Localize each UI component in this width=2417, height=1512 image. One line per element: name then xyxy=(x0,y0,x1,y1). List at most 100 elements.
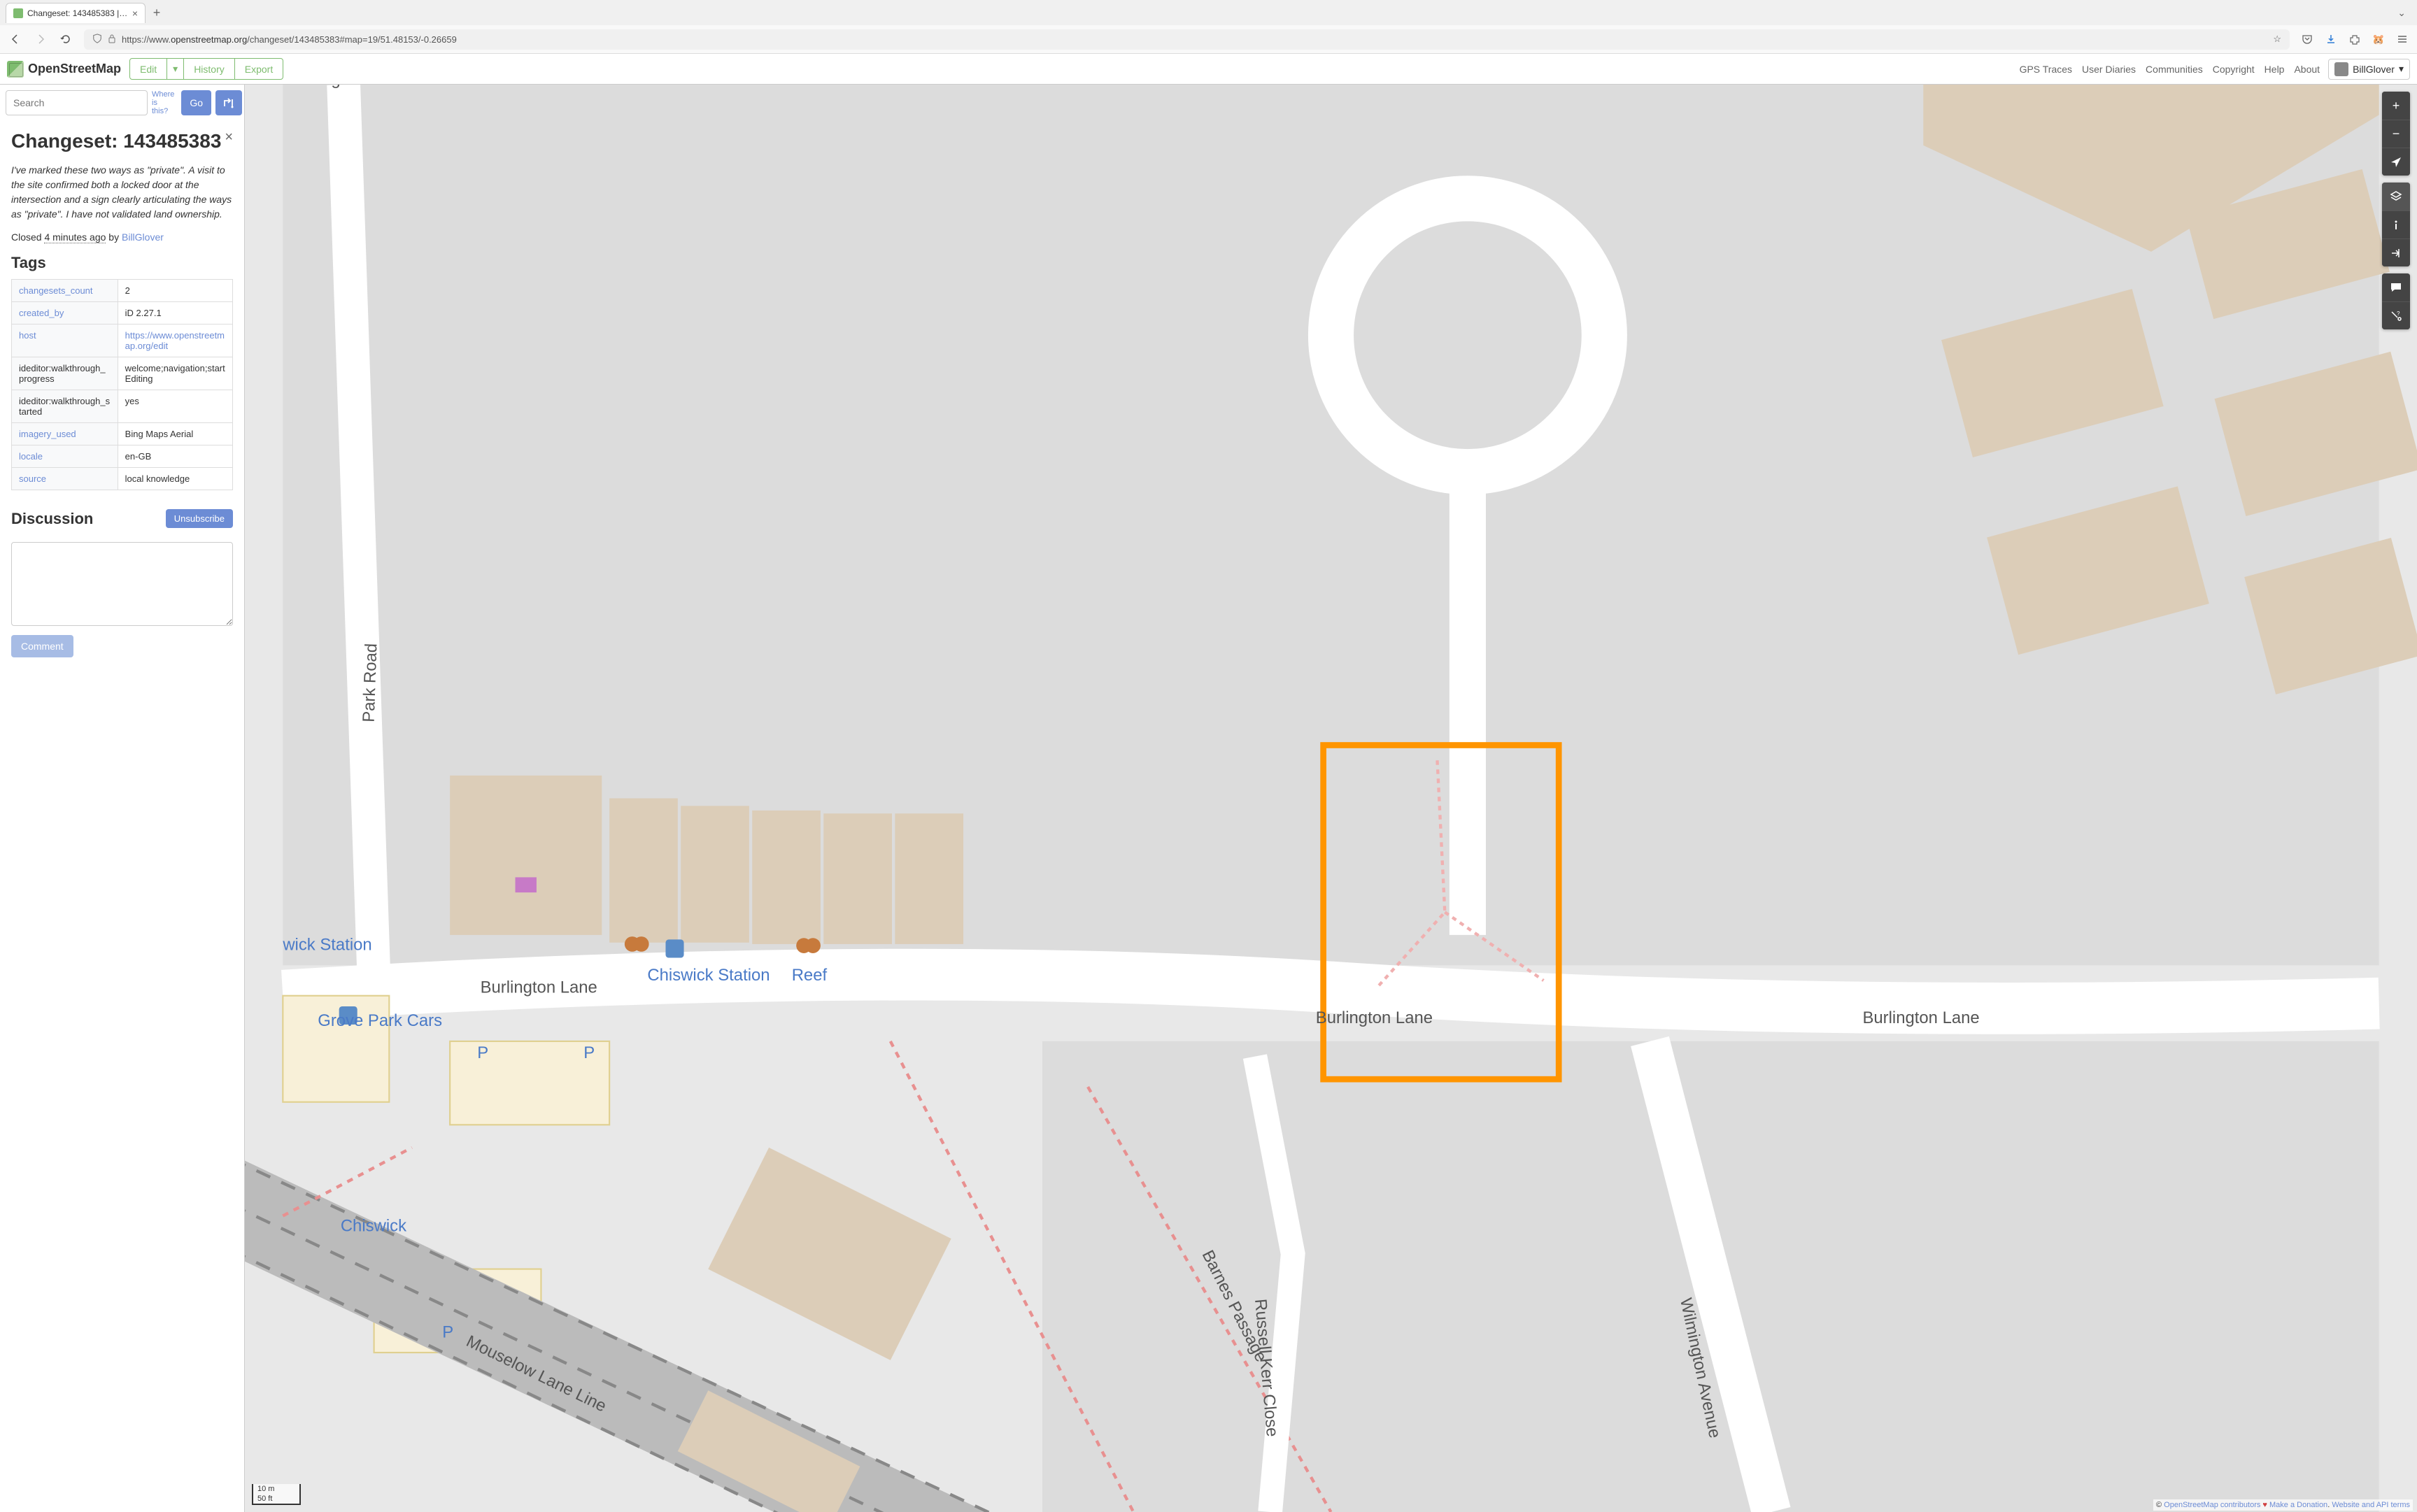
tab-bar: Changeset: 143485383 | OpenS × + ⌄ xyxy=(0,0,2417,25)
label-huntingdon: Huntingdon Gardens xyxy=(283,85,437,89)
search-go-button[interactable]: Go xyxy=(181,90,211,115)
scale-metric: 10 m xyxy=(252,1484,301,1494)
nav-about[interactable]: About xyxy=(2294,64,2320,75)
zoom-out-button[interactable]: − xyxy=(2382,120,2410,148)
table-row: ideditor:walkthrough_progresswelcome;nav… xyxy=(12,357,233,390)
history-button[interactable]: History xyxy=(183,58,235,80)
label-park-road: Park Road xyxy=(360,643,381,722)
attrib-contributors-link[interactable]: OpenStreetMap contributors xyxy=(2164,1501,2260,1509)
search-bar: Where is this? Go xyxy=(0,85,244,121)
primary-nav: Edit ▾ History Export xyxy=(129,58,283,80)
label-burlington-2: Burlington Lane xyxy=(1316,1008,1433,1027)
tags-table: changesets_count2created_byiD 2.27.1host… xyxy=(11,279,233,490)
directions-icon xyxy=(222,97,235,109)
forward-button[interactable] xyxy=(34,32,48,46)
back-button[interactable] xyxy=(8,32,22,46)
nav-gps-traces[interactable]: GPS Traces xyxy=(2020,64,2072,75)
tab-overflow-button[interactable]: ⌄ xyxy=(2392,7,2411,19)
map-controls: + − xyxy=(2382,92,2410,329)
tag-key-link[interactable]: source xyxy=(19,473,46,484)
table-row: sourcelocal knowledge xyxy=(12,467,233,490)
table-row: host https://www.openstreetmap.org/edit xyxy=(12,324,233,357)
layers-icon xyxy=(2390,190,2402,203)
lock-icon xyxy=(108,34,116,45)
extensions-icon[interactable] xyxy=(2348,33,2361,45)
comment-textarea[interactable] xyxy=(11,542,233,626)
sidebar-content: Changeset: 143485383 × I've marked these… xyxy=(0,121,244,1512)
svg-text:?: ? xyxy=(2397,311,2400,317)
secondary-nav: GPS Traces User Diaries Communities Copy… xyxy=(2020,64,2320,75)
table-row: ideditor:walkthrough_startedyes xyxy=(12,390,233,422)
export-button[interactable]: Export xyxy=(234,58,283,80)
osm-header: OpenStreetMap Edit ▾ History Export GPS … xyxy=(0,54,2417,85)
close-panel-button[interactable]: × xyxy=(225,129,233,145)
attribution: © OpenStreetMap contributors ♥ Make a Do… xyxy=(2153,1499,2413,1511)
attrib-terms-link[interactable]: Website and API terms xyxy=(2332,1501,2410,1509)
unsubscribe-button[interactable]: Unsubscribe xyxy=(166,509,233,528)
zoom-in-button[interactable]: + xyxy=(2382,92,2410,120)
attrib-donate-link[interactable]: Make a Donation xyxy=(2269,1501,2327,1509)
layers-button[interactable] xyxy=(2382,183,2410,211)
svg-text:P: P xyxy=(477,1043,488,1062)
tab-favicon xyxy=(13,8,23,18)
discussion-heading: Discussion xyxy=(11,510,93,528)
share-button[interactable] xyxy=(2382,238,2410,266)
osm-logo[interactable]: OpenStreetMap xyxy=(7,61,121,78)
user-menu[interactable]: BillGlover ▾ xyxy=(2328,59,2410,80)
tab-title: Changeset: 143485383 | OpenS xyxy=(27,8,128,18)
download-icon[interactable] xyxy=(2325,33,2337,45)
key-button[interactable] xyxy=(2382,211,2410,238)
tag-key-link[interactable]: changesets_count xyxy=(19,285,93,296)
main-layout: Where is this? Go Changeset: 143485383 ×… xyxy=(0,85,2417,1512)
author-link[interactable]: BillGlover xyxy=(122,231,164,243)
table-row: changesets_count2 xyxy=(12,279,233,301)
browser-chrome: Changeset: 143485383 | OpenS × + ⌄ https… xyxy=(0,0,2417,54)
app-menu-icon[interactable] xyxy=(2396,33,2409,45)
label-burlington-1: Burlington Lane xyxy=(481,978,597,997)
nav-copyright[interactable]: Copyright xyxy=(2213,64,2255,75)
label-burlington-3: Burlington Lane xyxy=(1862,1008,1979,1027)
nav-bar: https://www.openstreetmap.org/changeset/… xyxy=(0,25,2417,53)
shield-icon xyxy=(92,34,102,45)
query-button[interactable]: ? xyxy=(2382,301,2410,329)
directions-button[interactable] xyxy=(215,90,242,115)
bookmark-star-icon[interactable]: ☆ xyxy=(2273,34,2281,45)
tag-value-link[interactable]: https://www.openstreetmap.org/edit xyxy=(125,330,225,351)
new-tab-button[interactable]: + xyxy=(148,4,165,21)
nav-help[interactable]: Help xyxy=(2264,64,2285,75)
svg-text:P: P xyxy=(442,1322,453,1341)
search-input[interactable] xyxy=(6,90,148,115)
url-text: https://www.openstreetmap.org/changeset/… xyxy=(122,34,2267,45)
tag-key-link[interactable]: created_by xyxy=(19,308,64,318)
url-bar[interactable]: https://www.openstreetmap.org/changeset/… xyxy=(84,29,2290,50)
query-icon: ? xyxy=(2390,310,2402,322)
where-is-this-link[interactable]: Where is this? xyxy=(152,90,177,115)
username: BillGlover xyxy=(2353,64,2395,75)
svg-text:P: P xyxy=(583,1043,595,1062)
share-icon xyxy=(2390,247,2402,259)
chevron-down-icon: ▾ xyxy=(2399,63,2404,75)
tag-key-link[interactable]: imagery_used xyxy=(19,429,76,439)
pocket-icon[interactable] xyxy=(2301,33,2313,45)
tag-key-link[interactable]: host xyxy=(19,330,36,341)
nav-user-diaries[interactable]: User Diaries xyxy=(2082,64,2136,75)
edit-dropdown-button[interactable]: ▾ xyxy=(166,58,184,80)
tag-key-link[interactable]: locale xyxy=(19,451,43,462)
comment-button[interactable]: Comment xyxy=(11,635,73,657)
table-row: imagery_usedBing Maps Aerial xyxy=(12,422,233,445)
edit-button[interactable]: Edit xyxy=(129,58,167,80)
note-button[interactable] xyxy=(2382,273,2410,301)
closed-time: 4 minutes ago xyxy=(44,231,106,243)
label-wick-station: wick Station xyxy=(282,936,371,955)
table-row: created_byiD 2.27.1 xyxy=(12,301,233,324)
reload-button[interactable] xyxy=(59,32,73,46)
locate-button[interactable] xyxy=(2382,148,2410,176)
map[interactable]: P P P Huntingdon Gardens Park Road Burli… xyxy=(245,85,2417,1512)
close-icon[interactable]: × xyxy=(132,8,138,19)
nav-communities[interactable]: Communities xyxy=(2146,64,2203,75)
addon-icon[interactable]: 🐹 xyxy=(2372,33,2385,45)
osm-logo-text: OpenStreetMap xyxy=(28,62,121,76)
map-canvas[interactable]: P P P Huntingdon Gardens Park Road Burli… xyxy=(245,85,2417,1512)
browser-tab[interactable]: Changeset: 143485383 | OpenS × xyxy=(6,3,146,23)
tags-heading: Tags xyxy=(11,254,233,272)
